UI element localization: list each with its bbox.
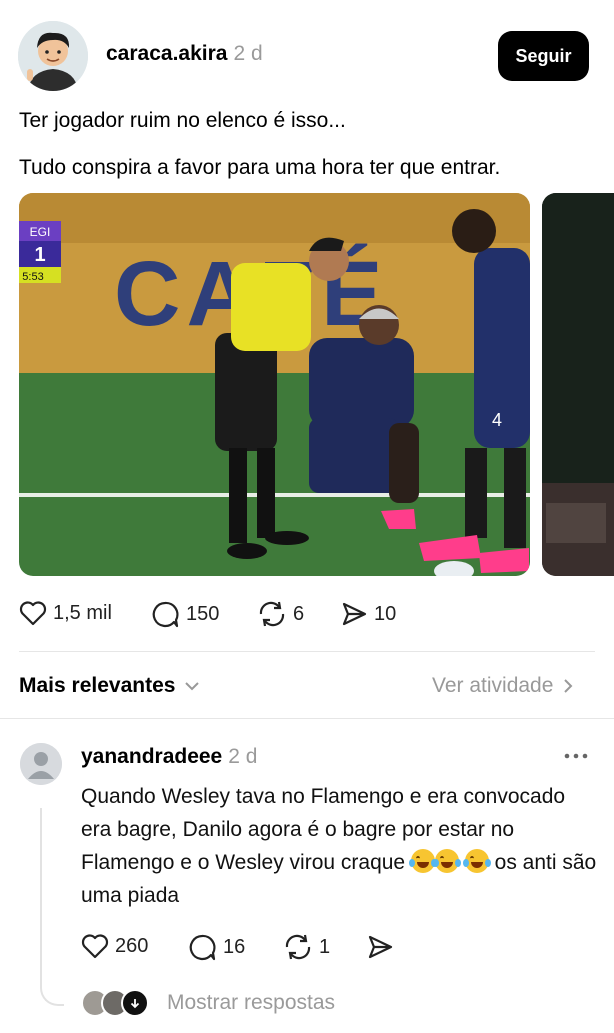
laughing-emoji-icon [408,849,437,873]
comment-like-count: 260 [115,934,149,957]
comment-repost-button[interactable]: 1 [283,933,330,961]
chevron-down-icon [185,682,200,691]
sort-label: Mais relevantes [19,674,176,697]
comment-username-text[interactable]: yanandradeee [81,745,222,768]
repost-button[interactable]: 6 [257,600,304,628]
comment-repost-count: 1 [319,935,331,958]
thread-line [40,808,64,1006]
send-icon [342,602,367,626]
shirt-number: 4 [492,410,502,430]
show-replies-label: Mostrar respostas [167,991,336,1014]
comment-icon [189,934,216,961]
like-count: 1,5 mil [53,601,112,624]
post-image-2[interactable] [542,193,614,576]
comment-share-button[interactable] [366,933,400,961]
post-username-text[interactable]: caraca.akira [106,42,227,65]
comment-icon [152,601,179,628]
reply-avatars [81,989,149,1017]
repost-icon [259,601,285,627]
comment-reply-count: 16 [223,935,246,958]
more-icon [564,753,588,759]
scoreboard-score: 1 [34,244,45,266]
scoreboard-clock: 5:53 [22,271,43,283]
send-icon [368,935,393,959]
laughing-emoji-icon [462,849,491,873]
post-time: 2 d [233,42,263,65]
divider [0,718,614,719]
post-image[interactable]: CAFÉ 4 EGI 1 5:53 [19,193,530,576]
comment-button[interactable]: 150 [150,600,219,628]
comment-text-main: Quando Wesley tava no Flamengo e era con… [81,785,566,874]
post-text-line-1: Ter jogador ruim no elenco é isso... [19,109,346,132]
comment-time: 2 d [228,745,258,768]
scoreboard-team: EGI [30,225,51,239]
comment-username[interactable]: yanandradeee 2 d [81,745,257,769]
comment-reply-button[interactable]: 16 [187,933,245,961]
view-activity-link[interactable]: Ver atividade [432,674,577,698]
chevron-right-icon [564,679,573,693]
laughing-emoji-icon [432,849,461,873]
comment-count: 150 [186,602,220,625]
repost-count: 6 [293,602,305,625]
post-username[interactable]: caraca.akira 2 d [106,42,263,66]
heart-icon [19,601,47,626]
heart-icon [81,934,109,959]
share-count: 10 [374,602,397,625]
like-button[interactable]: 1,5 mil [19,600,112,626]
share-button[interactable]: 10 [340,600,396,628]
comment-like-button[interactable]: 260 [81,933,148,959]
repost-icon [285,934,311,960]
sort-dropdown[interactable]: Mais relevantes [19,674,203,698]
post-avatar[interactable] [18,21,88,91]
arrow-down-icon [121,989,149,1017]
show-replies-link[interactable]: Mostrar respostas [81,989,335,1017]
comment-avatar[interactable] [20,743,62,785]
follow-button[interactable]: Seguir [498,31,589,81]
comment-text: Quando Wesley tava no Flamengo e era con… [81,780,601,912]
divider [19,651,595,652]
activity-label: Ver atividade [432,674,554,697]
post-text-line-2: Tudo conspira a favor para uma hora ter … [19,156,501,179]
more-options-button[interactable] [563,748,591,769]
